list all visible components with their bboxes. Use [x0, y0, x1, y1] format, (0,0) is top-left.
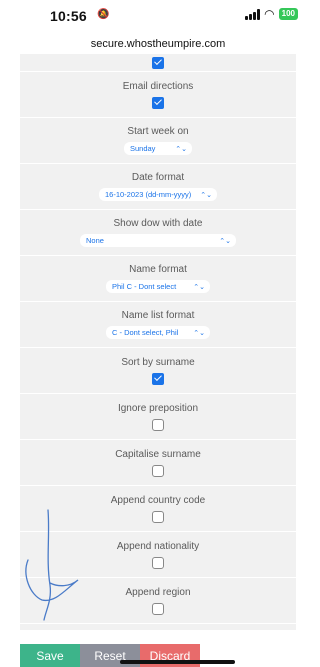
- status-icons: ◠ 100: [245, 8, 298, 20]
- append-country-code-checkbox[interactable]: [152, 510, 164, 523]
- home-indicator: [120, 660, 235, 664]
- setting-row-date-format: Date format 16-10-2023 (dd-mm-yyyy) ⌃⌄: [20, 164, 296, 210]
- setting-row-append-country-code: Append country code: [20, 486, 296, 532]
- append-nationality-checkbox[interactable]: [152, 556, 164, 569]
- setting-label: Show dow with date: [113, 218, 203, 229]
- setting-label: Start week on: [127, 126, 189, 137]
- setting-row-email-directions: Email directions: [20, 72, 296, 118]
- setting-row-name-format: Name format Phil C - Dont select ⌃⌄: [20, 256, 296, 302]
- wifi-icon: ◠: [264, 7, 275, 21]
- select-value: C - Dont select, Phil: [112, 328, 179, 337]
- select-value: Sunday: [130, 144, 156, 153]
- setting-row-name-list-format: Name list format C - Dont select, Phil ⌃…: [20, 302, 296, 348]
- setting-row-ignore-preposition: Ignore preposition: [20, 394, 296, 440]
- setting-row-sort-by-surname: Sort by surname: [20, 348, 296, 394]
- select-value: None: [86, 236, 104, 245]
- chevron-updown-icon: ⌃⌄: [193, 283, 205, 291]
- settings-list: Email directions Start week on Sunday ⌃⌄…: [20, 54, 296, 630]
- setting-label: Ignore preposition: [117, 402, 199, 414]
- setting-label: Append country code: [110, 494, 206, 506]
- capitalise-surname-checkbox[interactable]: [152, 464, 164, 477]
- chevron-updown-icon: ⌃⌄: [219, 237, 231, 245]
- chevron-updown-icon: ⌃⌄: [175, 145, 187, 153]
- name-format-select[interactable]: Phil C - Dont select ⌃⌄: [106, 280, 210, 293]
- save-button[interactable]: Save: [20, 644, 80, 667]
- setting-row-capitalise-surname: Capitalise surname: [20, 440, 296, 486]
- setting-row-append-region: Append region: [20, 578, 296, 624]
- sort-by-surname-checkbox[interactable]: [152, 372, 164, 385]
- append-region-checkbox[interactable]: [152, 602, 164, 615]
- setting-label: Email directions: [122, 80, 194, 92]
- setting-label: Sort by surname: [121, 356, 195, 368]
- chevron-updown-icon: ⌃⌄: [200, 191, 212, 199]
- address-bar[interactable]: secure.whostheumpire.com: [0, 34, 316, 54]
- status-time: 10:56: [50, 8, 87, 24]
- select-value: 16-10-2023 (dd-mm-yyyy): [105, 190, 192, 199]
- show-dow-select[interactable]: None ⌃⌄: [80, 234, 236, 247]
- start-week-select[interactable]: Sunday ⌃⌄: [124, 142, 192, 155]
- setting-label: Date format: [131, 172, 185, 183]
- silent-bell-icon: 🔕: [97, 9, 110, 20]
- date-format-select[interactable]: 16-10-2023 (dd-mm-yyyy) ⌃⌄: [99, 188, 217, 201]
- chevron-updown-icon: ⌃⌄: [193, 329, 205, 337]
- battery-icon: 100: [278, 8, 298, 20]
- url-text: secure.whostheumpire.com: [90, 38, 226, 50]
- setting-row-append-nationality: Append nationality: [20, 532, 296, 578]
- setting-label: Append nationality: [116, 540, 200, 552]
- setting-row-start-week: Start week on Sunday ⌃⌄: [20, 118, 296, 164]
- setting-checkbox[interactable]: [152, 56, 164, 69]
- setting-row-show-dow: Show dow with date None ⌃⌄: [20, 210, 296, 256]
- email-directions-checkbox[interactable]: [152, 96, 164, 109]
- setting-row: [20, 54, 296, 72]
- ignore-preposition-checkbox[interactable]: [152, 418, 164, 431]
- cellular-signal-icon: [245, 8, 261, 20]
- status-bar: 10:56 🔕 ◠ 100: [0, 0, 316, 34]
- setting-label: Append region: [125, 586, 191, 598]
- setting-label: Name list format: [121, 310, 195, 321]
- name-list-format-select[interactable]: C - Dont select, Phil ⌃⌄: [106, 326, 210, 339]
- setting-label: Name format: [129, 264, 187, 275]
- select-value: Phil C - Dont select: [112, 282, 177, 291]
- setting-label: Capitalise surname: [115, 448, 201, 460]
